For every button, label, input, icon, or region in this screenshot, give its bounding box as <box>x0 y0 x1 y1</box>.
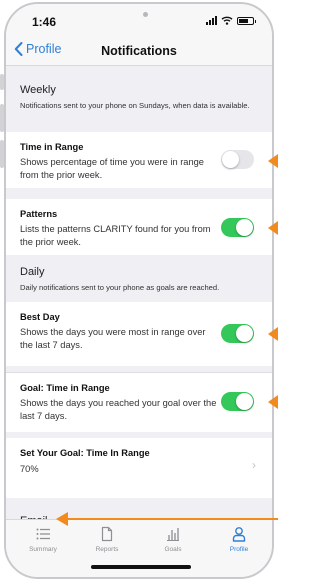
setting-title: Set Your Goal: Time In Range <box>20 448 150 458</box>
setting-title: Time in Range <box>20 142 84 152</box>
camera-dot <box>143 12 148 17</box>
setting-description: Lists the patterns CLARITY found for you… <box>20 224 211 247</box>
annotation-arrow <box>56 512 278 526</box>
toggle-best-day[interactable] <box>221 324 254 343</box>
status-icons <box>206 16 256 25</box>
daily-section-header: Daily Daily notifications sent to your p… <box>6 266 272 293</box>
phone-frame: 1:46 Profile Notifications Weekly Notifi… <box>4 2 274 579</box>
chevron-right-icon: › <box>252 458 256 472</box>
setting-title: Goal: Time in Range <box>20 383 110 393</box>
tab-label: Summary <box>29 546 57 553</box>
tab-label: Goals <box>164 546 182 553</box>
toggle-time-in-range[interactable] <box>221 150 254 169</box>
status-bar: 1:46 <box>6 4 272 38</box>
bar-chart-icon <box>167 528 179 541</box>
section-title-weekly: Weekly <box>20 84 56 96</box>
goal-value: 70% <box>20 464 39 474</box>
annotation-arrowhead <box>268 395 278 409</box>
side-button <box>0 74 4 90</box>
section-subtitle-weekly: Notifications sent to your phone on Sund… <box>20 101 250 110</box>
side-button <box>0 104 4 132</box>
setting-title: Best Day <box>20 312 60 322</box>
setting-description: Shows the days you were most in range ov… <box>20 327 206 350</box>
person-icon <box>232 527 246 542</box>
signal-icon <box>206 16 217 25</box>
battery-icon <box>237 16 256 25</box>
weekly-section-header: Weekly Notifications sent to your phone … <box>6 84 272 111</box>
tab-label: Reports <box>95 546 119 553</box>
document-icon <box>101 526 113 542</box>
annotation-arrowhead <box>268 221 278 235</box>
list-icon <box>36 528 50 540</box>
wifi-icon <box>221 16 233 25</box>
setting-row-set-goal[interactable]: Set Your Goal: Time In Range 70% <box>6 438 272 498</box>
home-indicator <box>91 565 191 569</box>
tab-reports[interactable]: Reports <box>80 526 134 553</box>
tab-bar: Summary Reports Goals Profile <box>6 519 272 577</box>
setting-title: Patterns <box>20 209 58 219</box>
tab-goals[interactable]: Goals <box>146 526 200 553</box>
toggle-patterns[interactable] <box>221 218 254 237</box>
section-title-daily: Daily <box>20 266 45 278</box>
annotation-arrowhead <box>268 154 278 168</box>
setting-description: Shows the days you reached your goal ove… <box>20 398 217 421</box>
navigation-bar: Profile Notifications <box>6 38 272 66</box>
side-button <box>0 140 4 168</box>
page-title: Notifications <box>101 44 177 58</box>
setting-description: Shows percentage of time you were in ran… <box>20 157 204 180</box>
tab-label: Profile <box>229 546 249 553</box>
toggle-goal-time-in-range[interactable] <box>221 392 254 411</box>
tab-profile[interactable]: Profile <box>212 526 266 553</box>
annotation-arrowhead <box>268 327 278 341</box>
status-time: 1:46 <box>32 15 57 29</box>
tab-summary[interactable]: Summary <box>16 526 70 553</box>
section-subtitle-daily: Daily notifications sent to your phone a… <box>20 283 220 292</box>
